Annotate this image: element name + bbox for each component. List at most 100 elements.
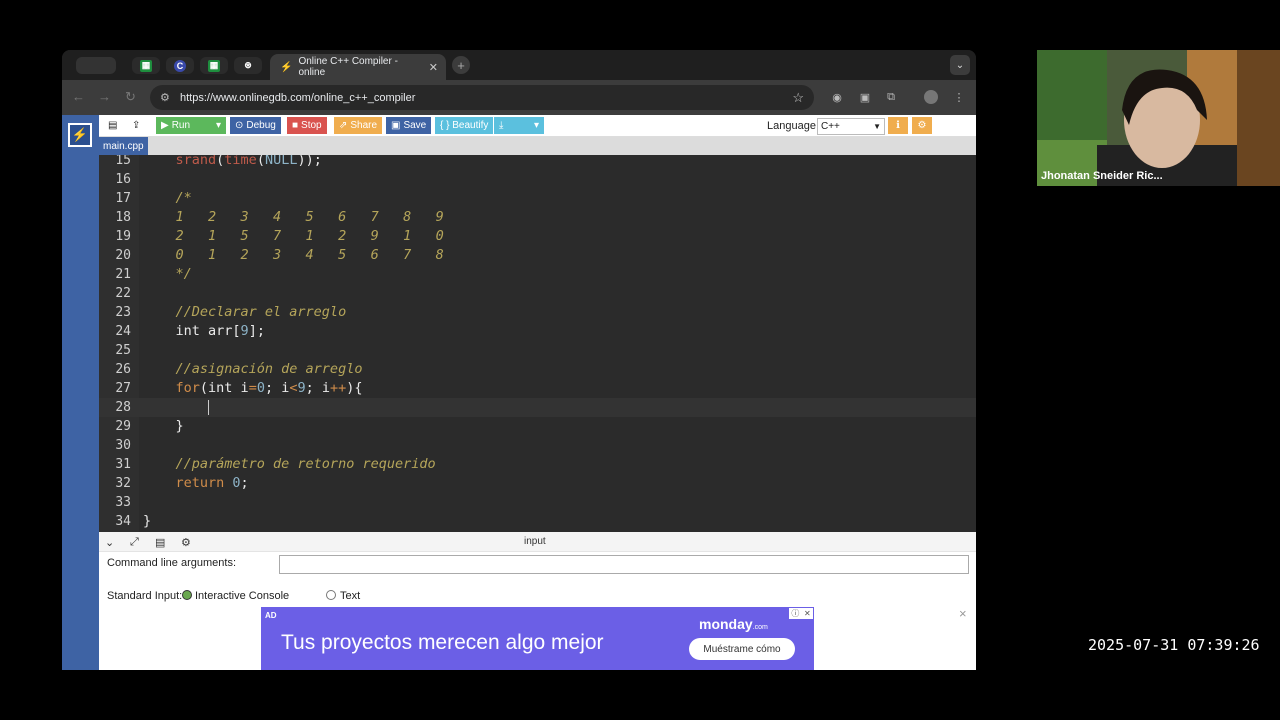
close-ad-icon[interactable]: × (959, 606, 967, 621)
code-editor[interactable]: 15 srand(time(NULL)); 16 17 /* 18 1 2 3 4 5… (99, 155, 976, 532)
collapse-icon[interactable]: ⌄ (105, 536, 114, 549)
layout-icon[interactable]: ▤ (155, 536, 165, 549)
close-icon[interactable]: ✕ (429, 61, 438, 74)
tab-search-button[interactable]: ⌄ (950, 55, 970, 75)
code-text: //asignación de arreglo (143, 361, 363, 377)
code-text: 0 1 2 3 4 5 6 7 8 (143, 247, 444, 263)
extension-icon[interactable]: ▣ (858, 90, 872, 104)
code-line[interactable]: 30 (99, 436, 976, 455)
chevron-down-icon[interactable]: ▾ (216, 120, 221, 131)
run-label: Run (171, 120, 191, 131)
pinned-tab-sheets-2[interactable]: ▦ (200, 57, 228, 74)
text-label: Text (340, 590, 361, 602)
settings-button[interactable]: ⚙ (912, 117, 932, 134)
stop-icon: ■ (292, 120, 299, 131)
code-line[interactable]: 33 (99, 493, 976, 512)
code-line[interactable]: 29 } (99, 417, 976, 436)
run-button[interactable]: ▶ Run ▾ (156, 117, 226, 134)
code-line[interactable]: 19 2 1 5 7 1 2 9 1 0 (99, 227, 976, 246)
ad-banner[interactable]: AD Tus proyectos merecen algo mejor mond… (261, 607, 814, 670)
monday-logo: monday.com (699, 616, 768, 632)
chevron-down-icon[interactable]: ▾ (534, 120, 539, 131)
line-number: 27 (115, 381, 131, 396)
tab-strip: ▦ C ▦ ⊛ ⚡ Online C++ Compiler - online ✕… (62, 50, 976, 80)
info-icon: ⓘ (791, 609, 800, 618)
onlinegdb-logo[interactable]: ⚡ (68, 123, 92, 147)
extension-icon[interactable]: ◉ (830, 90, 844, 104)
code-line[interactable]: 23 //Declarar el arreglo (99, 303, 976, 322)
code-line[interactable]: 31 //parámetro de retorno requerido (99, 455, 976, 474)
reload-icon[interactable]: ↻ (125, 89, 136, 105)
line-number: 22 (115, 286, 131, 301)
code-line[interactable]: 18 1 2 3 4 5 6 7 8 9 (99, 208, 976, 227)
code-text: //Declarar el arreglo (143, 304, 347, 320)
share-button[interactable]: ⇗ Share (334, 117, 383, 134)
radio-text[interactable] (326, 590, 336, 600)
participant-video: Jhonatan Sneider Ric... (1037, 50, 1280, 186)
line-number: 30 (115, 438, 131, 453)
line-number: 18 (115, 210, 131, 225)
code-line[interactable]: 28 (99, 398, 976, 417)
pinned-tab-sheets-1[interactable]: ▦ (132, 57, 160, 74)
code-line[interactable]: 16 (99, 170, 976, 189)
stdin-label: Standard Input: (107, 590, 183, 602)
site-info-icon[interactable]: ⚙ (160, 91, 170, 104)
line-number: 24 (115, 324, 131, 339)
debug-button[interactable]: ⊙ Debug (230, 117, 281, 134)
stop-button[interactable]: ■ Stop (287, 117, 327, 134)
bookmark-star-icon[interactable]: ☆ (792, 90, 804, 106)
line-number: 28 (115, 400, 131, 415)
code-text: } (143, 418, 184, 434)
code-line[interactable]: 17 /* (99, 189, 976, 208)
new-file-button[interactable]: ▤ (103, 117, 122, 134)
code-line[interactable]: 22 (99, 284, 976, 303)
extensions-puzzle-icon[interactable]: ⧉ (884, 90, 898, 104)
line-number: 21 (115, 267, 131, 282)
line-number: 26 (115, 362, 131, 377)
code-line[interactable]: 21 */ (99, 265, 976, 284)
code-text: 2 1 5 7 1 2 9 1 0 (143, 228, 444, 244)
download-icon: ⤓ (499, 120, 504, 131)
code-line[interactable]: 34} (99, 512, 976, 531)
command-line-arguments-input[interactable] (279, 555, 969, 574)
line-number: 32 (115, 476, 131, 491)
tab-onlinegdb[interactable]: ⚡ Online C++ Compiler - online ✕ (270, 54, 446, 80)
file-tab-main-cpp[interactable]: main.cpp (99, 137, 148, 155)
share-icon: ⇗ (339, 120, 348, 131)
back-icon[interactable]: ← (72, 89, 85, 104)
debug-label: Debug (246, 120, 276, 131)
save-button[interactable]: ▣ Save (386, 117, 432, 134)
code-line[interactable]: 32 return 0; (99, 474, 976, 493)
code-line[interactable]: 15 srand(time(NULL)); (99, 155, 976, 170)
pinned-tab-openai[interactable]: ⊛ (234, 57, 262, 74)
upload-button[interactable]: ⇪ (127, 117, 145, 134)
url-input[interactable]: ⚙ https://www.onlinegdb.com/online_c++_c… (150, 85, 814, 110)
window-controls[interactable] (76, 57, 116, 74)
address-bar: ← → ↻ ⚙ https://www.onlinegdb.com/online… (62, 80, 976, 115)
pinned-tab-c[interactable]: C (166, 57, 194, 74)
gear-icon[interactable]: ⚙ (181, 536, 191, 549)
text-cursor (208, 400, 209, 415)
info-button[interactable]: ℹ (888, 117, 908, 134)
ad-cta-button[interactable]: Muéstrame cómo (689, 638, 795, 660)
code-line[interactable]: 20 0 1 2 3 4 5 6 7 8 (99, 246, 976, 265)
more-menu-icon[interactable]: ⋮ (952, 90, 966, 104)
code-line[interactable]: 25 (99, 341, 976, 360)
new-tab-button[interactable]: + (452, 56, 470, 74)
code-line[interactable]: 24 int arr[9]; (99, 322, 976, 341)
line-number: 15 (115, 155, 131, 168)
profile-avatar[interactable] (924, 90, 938, 104)
radio-interactive-console[interactable] (182, 590, 192, 600)
ad-brand-suffix: .com (752, 624, 768, 631)
participant-video-frame (1037, 50, 1280, 186)
code-line[interactable]: 26 //asignación de arreglo (99, 360, 976, 379)
language-value: C++ (821, 121, 840, 132)
ad-choices[interactable]: ⓘ ✕ (789, 608, 813, 619)
forward-icon[interactable]: → (98, 89, 111, 104)
beautify-button[interactable]: { } Beautify (435, 117, 494, 134)
code-line[interactable]: 27 for(int i=0; i<9; i++){ (99, 379, 976, 398)
expand-icon[interactable]: ⤢ (130, 536, 139, 549)
line-number: 29 (115, 419, 131, 434)
download-button[interactable]: ⤓ ▾ (494, 117, 544, 134)
language-select[interactable]: C++ ▼ (817, 118, 885, 135)
